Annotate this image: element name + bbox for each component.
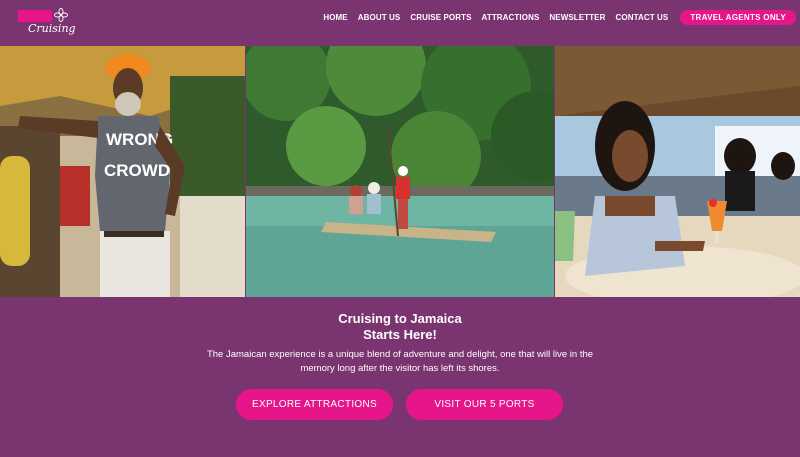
- hero-title: Cruising to Jamaica Starts Here!: [0, 311, 800, 343]
- explore-attractions-button[interactable]: EXPLORE ATTRACTIONS: [236, 389, 393, 420]
- nav-item-contact-us[interactable]: CONTACT US: [616, 13, 669, 22]
- hero-description: The Jamaican experience is a unique blen…: [206, 349, 594, 374]
- nav-item-about-us[interactable]: ABOUT US: [358, 13, 401, 22]
- travel-agents-button[interactable]: TRAVEL AGENTS ONLY: [680, 9, 796, 25]
- hero-title-line1: Cruising to Jamaica: [338, 311, 462, 326]
- shirt-text-line2: CROWD: [104, 161, 170, 180]
- photo-woman-beach-bar: [555, 46, 800, 297]
- photo-man-orange-hat: WRONG CROWD: [0, 46, 245, 297]
- nav-item-attractions[interactable]: ATTRACTIONS: [482, 13, 540, 22]
- logo-script-text: Cruising: [28, 22, 76, 35]
- site-logo[interactable]: Cruising: [18, 8, 76, 38]
- hero-photo-strip: WRONG CROWD: [0, 46, 800, 297]
- nav-item-newsletter[interactable]: NEWSLETTER: [549, 13, 605, 22]
- visit-ports-button[interactable]: VISIT OUR 5 PORTS: [406, 389, 563, 420]
- logo-wordmark: [18, 10, 52, 22]
- hibiscus-icon: [54, 8, 68, 22]
- photo-river-raft: [246, 46, 554, 297]
- hero-title-line2: Starts Here!: [363, 327, 437, 342]
- main-nav: HOME ABOUT US CRUISE PORTS ATTRACTIONS N…: [323, 0, 800, 34]
- site-header: Cruising HOME ABOUT US CRUISE PORTS ATTR…: [0, 0, 800, 46]
- nav-item-cruise-ports[interactable]: CRUISE PORTS: [410, 13, 471, 22]
- nav-item-home[interactable]: HOME: [323, 13, 347, 22]
